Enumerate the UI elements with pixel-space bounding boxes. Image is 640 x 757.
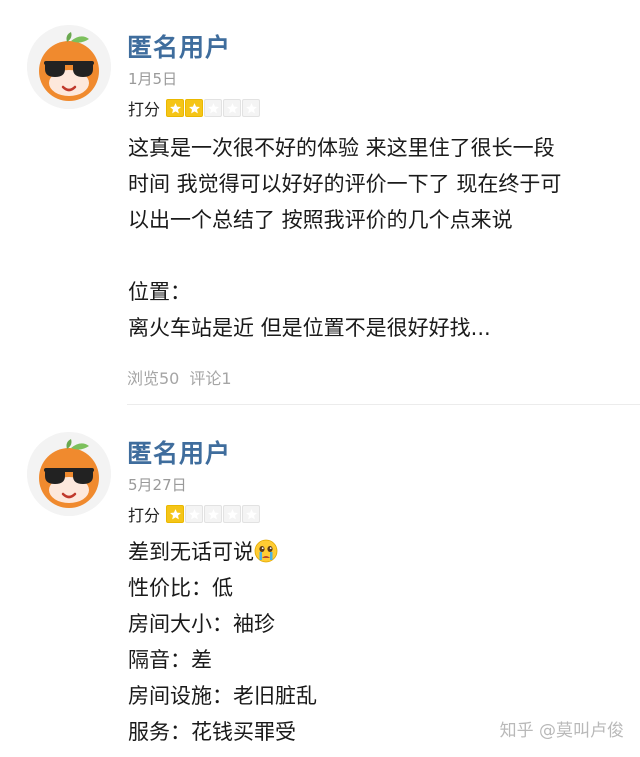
star-filled-icon [166, 99, 185, 117]
review-text-line: 时间 我觉得可以好好的评价一下了 现在终于可 [128, 172, 562, 196]
star-rating [166, 505, 261, 523]
watermark: 知乎 @莫叫卢俊 [499, 721, 624, 741]
star-filled-icon [166, 505, 185, 523]
post-date: 5月27日 [128, 476, 187, 494]
username[interactable]: 匿名用户 [127, 28, 231, 64]
review-stats: 浏览50 评论1 [127, 365, 242, 389]
rating-row: 打分 [128, 503, 261, 525]
orange-sunglasses-avatar-icon [27, 432, 111, 516]
divider [127, 404, 640, 405]
review-text-line: 隔音：差 [128, 648, 212, 672]
review-text-line: 差到无话可说 [128, 534, 317, 570]
star-rating [166, 99, 261, 117]
review-text: 差到无话可说 性价比：低 房间大小：袖珍 隔音：差 房间设施：老旧脏乱 服务：花… [128, 534, 317, 750]
star-empty-icon [204, 99, 223, 117]
star-empty-icon [242, 99, 261, 117]
star-empty-icon [204, 505, 223, 523]
rating-label: 打分 [128, 506, 161, 525]
review-text-first: 差到无话可说 [128, 540, 254, 564]
review-text-line: 服务：花钱买罪受 [128, 720, 296, 744]
star-empty-icon [223, 99, 242, 117]
view-count: 浏览50 [127, 369, 180, 388]
post-date: 1月5日 [128, 70, 178, 88]
avatar[interactable] [27, 432, 111, 516]
rating-label: 打分 [128, 100, 161, 119]
review-text-line: 房间设施：老旧脏乱 [128, 684, 317, 708]
comment-count[interactable]: 评论1 [189, 369, 231, 388]
star-empty-icon [185, 505, 204, 523]
star-empty-icon [223, 505, 242, 523]
review-text-line: 房间大小：袖珍 [128, 612, 275, 636]
rating-row: 打分 [128, 97, 261, 119]
orange-sunglasses-avatar-icon [27, 25, 111, 109]
avatar[interactable] [27, 25, 111, 109]
crying-face-emoji-icon [254, 539, 278, 563]
review-text-line: 位置： [128, 280, 191, 304]
review-text-line: 这真是一次很不好的体验 来这里住了很长一段 [128, 136, 555, 160]
review-text: 这真是一次很不好的体验 来这里住了很长一段 时间 我觉得可以好好的评价一下了 现… [128, 130, 561, 346]
review-text-line[interactable]: 离火车站是近 但是位置不是很好好找... [128, 310, 561, 346]
star-empty-icon [242, 505, 261, 523]
star-filled-icon [185, 99, 204, 117]
review-text-line: 性价比：低 [128, 576, 233, 600]
review-text-blank-line [128, 238, 561, 274]
review-text-line: 以出一个总结了 按照我评价的几个点来说 [128, 208, 513, 232]
username[interactable]: 匿名用户 [127, 434, 231, 470]
